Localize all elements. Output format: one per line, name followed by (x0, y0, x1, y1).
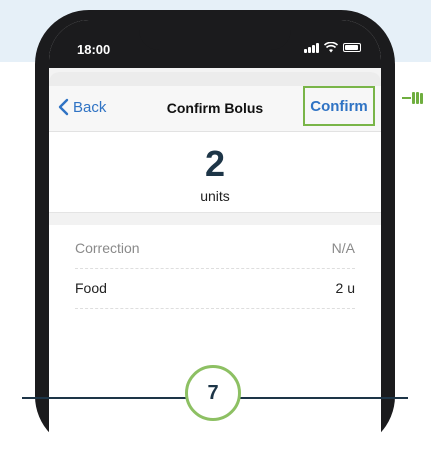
hand-pointer-icon (402, 92, 423, 104)
status-icons (304, 42, 361, 53)
correction-row: Correction N/A (75, 228, 355, 269)
correction-label: Correction (75, 240, 140, 256)
status-time: 18:00 (77, 42, 111, 57)
sheet-top-edge (49, 72, 381, 86)
food-value: 2 u (335, 280, 355, 296)
navigation-bar: Back Confirm Bolus Confirm (49, 86, 381, 132)
correction-value: N/A (331, 240, 355, 256)
notch (139, 20, 291, 50)
signal-icon (304, 42, 319, 53)
food-row: Food 2 u (75, 268, 355, 309)
bolus-units-label: units (200, 188, 230, 204)
bolus-amount: 2 (204, 143, 226, 184)
confirm-button[interactable]: Confirm (303, 86, 375, 126)
wifi-icon (324, 42, 338, 53)
food-label: Food (75, 280, 107, 296)
step-number-badge: 7 (185, 365, 241, 421)
section-divider (49, 212, 381, 225)
battery-icon (343, 43, 361, 52)
status-bar: 18:00 (49, 20, 381, 68)
